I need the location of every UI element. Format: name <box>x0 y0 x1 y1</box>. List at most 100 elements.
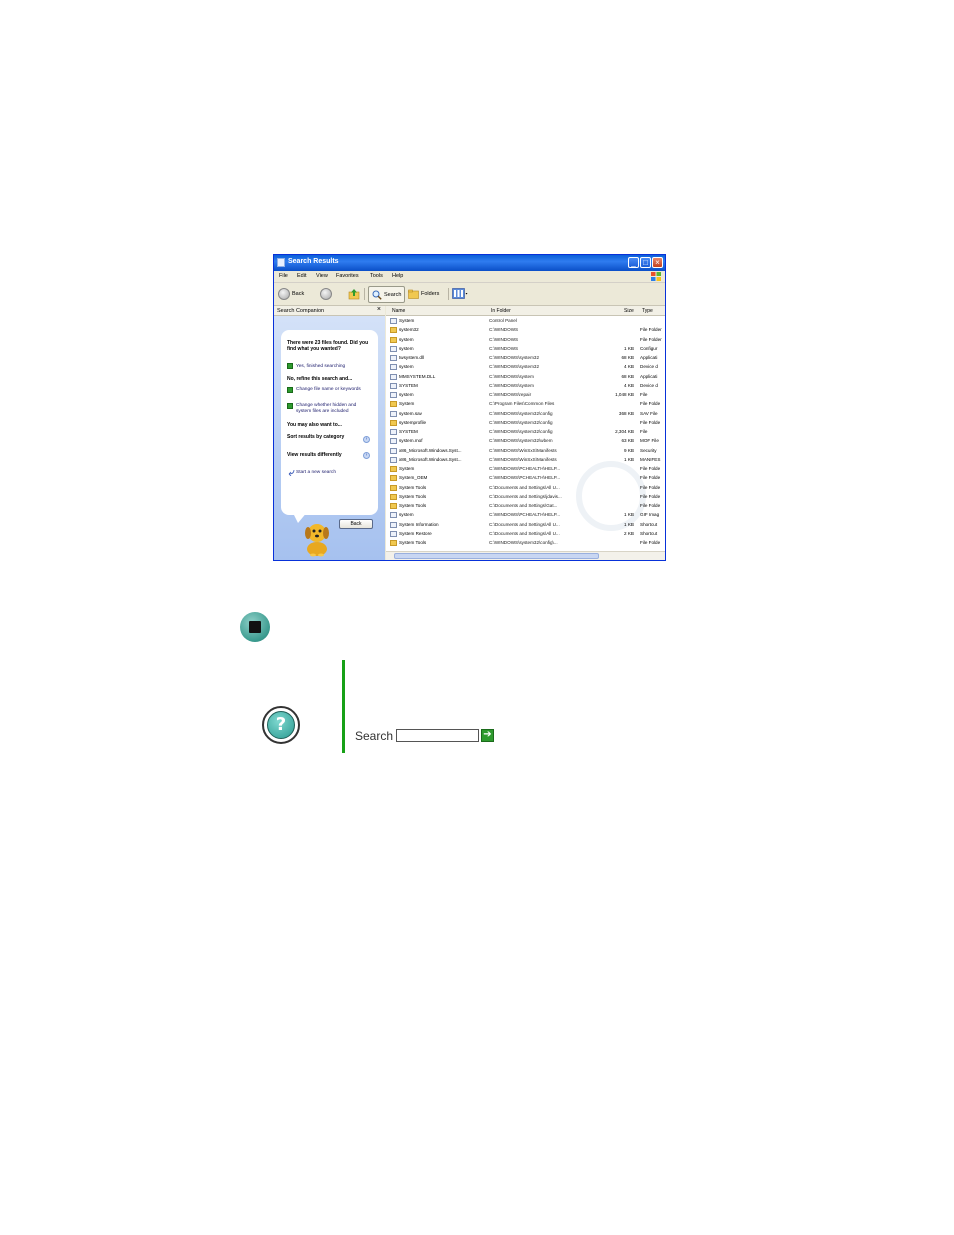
cell-type: MANIFES <box>640 456 661 462</box>
menu-file[interactable]: File <box>279 273 288 279</box>
minimize-button[interactable]: _ <box>628 257 639 268</box>
cell-type: Applicati <box>640 373 658 379</box>
option-finished[interactable]: Yes, finished searching <box>296 364 368 370</box>
cell-folder: C:\WINDOWS\WinSxS\Manifests <box>489 456 557 462</box>
cell-folder: C:\Program Files\Common Files <box>489 401 555 407</box>
menu-edit[interactable]: Edit <box>297 273 306 279</box>
cell-folder: C:\WINDOWS\PCHEALTH\HELP... <box>489 512 561 518</box>
file-icon <box>390 345 397 352</box>
views-button[interactable] <box>452 286 468 301</box>
table-row[interactable]: System Tools C:\Documents and Settings\Ga… <box>386 502 665 511</box>
forward-button[interactable] <box>320 286 332 301</box>
search-results-window: Search Results _ □ × File Edit View Favo… <box>273 254 666 561</box>
table-row[interactable]: x86_Microsoft.Windows.Syst... C:\WINDOWS\… <box>386 447 665 456</box>
column-name[interactable]: Name <box>392 308 405 314</box>
folders-label: Folders <box>421 290 440 297</box>
cell-type: Shortcut <box>640 521 658 527</box>
column-in-folder[interactable]: In Folder <box>491 308 511 314</box>
horizontal-scrollbar[interactable] <box>386 551 665 560</box>
close-button[interactable]: × <box>652 257 663 268</box>
column-type[interactable]: Type <box>642 308 653 314</box>
table-row[interactable]: systemprofile C:\WINDOWS\system32\config F… <box>386 419 665 428</box>
table-row[interactable]: system.sav C:\WINDOWS\system32\config 368 … <box>386 410 665 419</box>
table-row[interactable]: System Information C:\Documents and Setti… <box>386 521 665 530</box>
folder-icon <box>390 493 397 500</box>
table-row[interactable]: system C:\WINDOWS\system32 4 KB Device d <box>386 363 665 372</box>
table-row[interactable]: System C:\WINDOWS\PCHEALTH\HELP... File Fo… <box>386 465 665 474</box>
folder-icon <box>390 401 397 408</box>
companion-back-button[interactable]: Back <box>339 519 373 529</box>
menu-help[interactable]: Help <box>392 273 403 279</box>
up-folder-icon <box>348 288 360 299</box>
table-row[interactable]: System Control Panel <box>386 317 665 326</box>
start-new-search-link[interactable]: Start a new search <box>296 470 368 476</box>
menu-tools[interactable]: Tools <box>370 273 383 279</box>
table-row[interactable]: x86_Microsoft.Windows.Syst... C:\WINDOWS\… <box>386 456 665 465</box>
table-row[interactable]: system.mof C:\WINDOWS\system32\wbem 63 KB M… <box>386 437 665 446</box>
table-row[interactable]: MMSYSTEM.DLL C:\WINDOWS\system 68 KB Applic… <box>386 373 665 382</box>
cell-folder: C:\Documents and Settings\All U... <box>489 484 560 490</box>
chevron-right-icon[interactable]: › <box>363 452 370 459</box>
table-row[interactable]: System Tools C:\WINDOWS\system32\config\.… <box>386 539 665 548</box>
menu-view[interactable]: View <box>316 273 328 279</box>
cell-type: File Folde <box>640 401 661 407</box>
cell-type: Shortcut <box>640 530 658 536</box>
back-button[interactable]: Back <box>278 286 304 301</box>
table-row[interactable]: twsystem.dll C:\WINDOWS\system32 68 KB Appl… <box>386 354 665 363</box>
go-arrow-button[interactable]: ➔ <box>481 729 494 742</box>
chevron-right-icon[interactable]: › <box>363 436 370 443</box>
search-toolbar-button[interactable]: Search <box>368 286 406 303</box>
cell-folder: C:\WINDOWS <box>489 345 519 351</box>
table-row[interactable]: SYSTEM C:\WINDOWS\system 4 KB Device d <box>386 382 665 391</box>
table-row[interactable]: System C:\Program Files\Common Files File … <box>386 400 665 409</box>
cell-size: 1,048 KB <box>615 392 634 397</box>
table-row[interactable]: system32 C:\WINDOWS File Folder <box>386 326 665 335</box>
toolbar: Back Search Folders <box>274 283 665 306</box>
column-size[interactable]: Size <box>624 308 634 314</box>
cell-name: system.mof <box>399 438 423 444</box>
forward-arrow-icon <box>320 287 332 300</box>
table-row[interactable]: SYSTEM C:\WINDOWS\system32\config 2,304 KB… <box>386 428 665 437</box>
view-results-link[interactable]: View results differently <box>287 452 362 458</box>
table-row[interactable]: system C:\WINDOWS 1 KB Configur <box>386 345 665 354</box>
cell-type: File Folde <box>640 540 661 545</box>
cell-name: system <box>399 345 414 351</box>
cell-folder: C:\WINDOWS\system32\wbem <box>489 438 553 444</box>
table-row[interactable]: system C:\WINDOWS\PCHEALTH\HELP... 1 KB GIF… <box>386 511 665 520</box>
cell-size: 1 KB <box>624 512 634 518</box>
scrollbar-thumb[interactable] <box>394 553 599 559</box>
cell-folder: C:\WINDOWS\WinSxS\Manifests <box>489 447 557 453</box>
green-arrow-icon <box>287 387 293 393</box>
cell-folder: C:\Documents and Settings\jdavis... <box>489 493 562 499</box>
cell-name: System <box>399 318 415 323</box>
close-pane-icon[interactable]: × <box>377 306 381 313</box>
cell-name: System Restore <box>399 530 432 536</box>
toolbar-separator <box>364 288 365 300</box>
table-row[interactable]: System Restore C:\Documents and Settings\… <box>386 530 665 539</box>
xp-flag-icon <box>651 272 661 281</box>
folders-button[interactable]: Folders <box>408 286 439 301</box>
cell-type: File Folde <box>640 419 661 425</box>
option-change-filename[interactable]: Change file name or keywords <box>296 387 368 393</box>
up-folder-button[interactable] <box>348 286 360 301</box>
maximize-button[interactable]: □ <box>640 257 651 268</box>
search-companion-dog-icon[interactable] <box>300 519 334 557</box>
results-found-text: There were 23 files found. Did you find … <box>287 340 369 352</box>
title-bar[interactable]: Search Results _ □ × <box>274 255 665 271</box>
table-row[interactable]: system C:\WINDOWS\repair 1,048 KB File <box>386 391 665 400</box>
table-row[interactable]: System Tools C:\Documents and Settings\jd… <box>386 493 665 502</box>
cell-type: Device d <box>640 382 658 388</box>
menu-favorites[interactable]: Favorites <box>336 273 359 279</box>
sort-results-link[interactable]: Sort results by category <box>287 434 357 440</box>
file-icon <box>390 355 397 361</box>
table-row[interactable]: System Tools C:\Documents and Settings\Al… <box>386 484 665 493</box>
table-row[interactable]: System_OEM C:\WINDOWS\PCHEALTH\HELP... Fil… <box>386 474 665 483</box>
results-header: Name In Folder Size Type <box>386 306 665 316</box>
table-row[interactable]: system C:\WINDOWS File Folder <box>386 336 665 345</box>
folder-icon <box>390 503 397 509</box>
help-search-input[interactable] <box>396 729 479 742</box>
toolbar-separator <box>448 288 449 300</box>
refine-heading: No, refine this search and... <box>287 376 353 382</box>
option-hidden-files[interactable]: Change whether hidden and system files a… <box>296 403 368 414</box>
views-icon <box>452 288 468 299</box>
